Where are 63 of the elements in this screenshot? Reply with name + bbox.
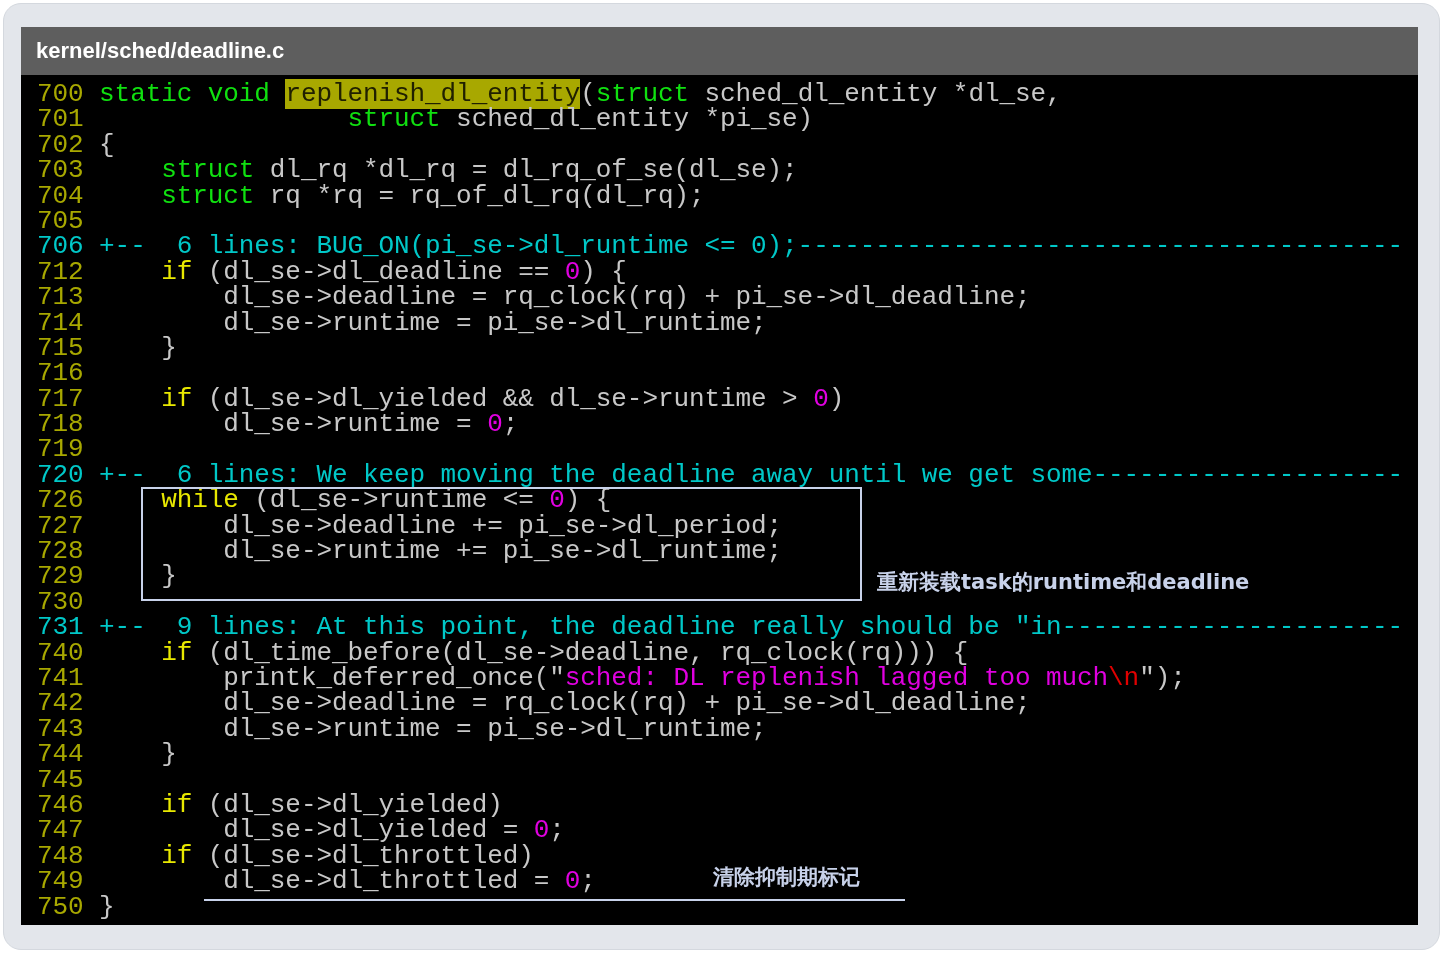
line-number: 745 xyxy=(37,767,85,793)
line-number: 728 xyxy=(37,539,85,565)
line-number: 741 xyxy=(37,666,85,692)
code-line: if (dl_se->dl_yielded && dl_se->runtime > 0) xyxy=(160,386,845,413)
folded-lines-marker[interactable]: +-- 6 lines: We keep moving the deadline away until we get some-------------------- xyxy=(99,462,1403,489)
code-line: dl_se->dl_throttled = 0; xyxy=(223,869,596,895)
line-number: 729 xyxy=(37,564,85,590)
annotation-text: 清除抑制期标记 xyxy=(713,864,860,891)
line-number: 718 xyxy=(37,412,85,438)
line-number: 742 xyxy=(37,691,85,717)
line-number: 749 xyxy=(37,869,85,895)
code-line: } xyxy=(99,894,115,920)
line-number: 700 xyxy=(37,82,85,108)
line-number: 704 xyxy=(37,183,85,209)
line-number: 747 xyxy=(37,818,85,844)
window-title: kernel/sched/deadline.c xyxy=(21,27,1418,75)
folded-lines-marker[interactable]: +-- 6 lines: BUG_ON(pi_se->dl_runtime <= 0);--------------------------------------- xyxy=(99,234,1403,260)
line-number: 750 xyxy=(37,894,85,920)
line-number: 748 xyxy=(37,843,85,870)
code-line: dl_se->runtime = pi_se->dl_runtime; xyxy=(222,716,767,743)
line-number: 703 xyxy=(37,158,85,184)
code-line: dl_se->runtime += pi_se->dl_runtime; xyxy=(222,539,783,565)
line-number: 746 xyxy=(37,792,85,819)
folded-lines-marker[interactable]: +-- 9 lines: At this point, the deadline really should be "in---------------------- xyxy=(99,615,1403,641)
line-number: 716 xyxy=(37,361,85,387)
line-number: 744 xyxy=(37,742,85,768)
line-number: 706 xyxy=(37,234,85,260)
code-line: dl_se->runtime = 0; xyxy=(223,412,519,438)
line-number: 727 xyxy=(37,513,85,540)
code-line: { xyxy=(99,132,115,159)
code-line: static void replenish_dl_entity(struct sched_dl_entity *dl_se, xyxy=(99,82,1062,108)
line-number: 705 xyxy=(37,208,85,235)
code-line: struct dl_rq *dl_rq = dl_rq_of_se(dl_se); xyxy=(160,158,798,184)
line-number: 720 xyxy=(37,462,85,489)
code-line: dl_se->deadline = rq_clock(rq) + pi_se->dl_deadline; xyxy=(223,285,1031,311)
line-number: 730 xyxy=(37,589,85,616)
line-number: 740 xyxy=(37,640,85,666)
line-number: 715 xyxy=(37,335,85,362)
line-number: 743 xyxy=(37,716,85,743)
code-line: struct rq *rq = rq_of_dl_rq(dl_rq); xyxy=(160,183,705,209)
line-number: 712 xyxy=(37,259,85,286)
line-number: 717 xyxy=(37,386,85,413)
line-number: 702 xyxy=(37,132,85,159)
code-line: struct sched_dl_entity *pi_se) xyxy=(347,107,814,133)
code-line: if (dl_se->dl_throttled) xyxy=(160,843,534,870)
line-number: 714 xyxy=(37,310,85,336)
line-number: 731 xyxy=(37,615,85,641)
annotation-text: 重新装载task的runtime和deadline xyxy=(877,569,1250,596)
code-line: dl_se->dl_yielded = 0; xyxy=(223,818,565,844)
line-number: 726 xyxy=(37,488,85,514)
line-number: 719 xyxy=(37,437,85,463)
line-number: 713 xyxy=(37,285,85,311)
line-number: 701 xyxy=(37,107,85,133)
code-line: if (dl_time_before(dl_se->deadline, rq_clock(rq))) { xyxy=(160,640,969,666)
code-line: dl_se->deadline += pi_se->dl_period; xyxy=(222,513,783,540)
code-line: if (dl_se->dl_deadline == 0) { xyxy=(160,259,627,286)
code-line: printk_deferred_once("sched: DL replenish lagged too much\n"); xyxy=(223,666,1186,692)
code-line: if (dl_se->dl_yielded) xyxy=(160,792,503,819)
code-line: dl_se->runtime = pi_se->dl_runtime; xyxy=(222,310,767,336)
code-line: dl_se->deadline = rq_clock(rq) + pi_se->dl_deadline; xyxy=(222,691,1031,717)
code-line: } xyxy=(160,564,177,590)
code-line: } xyxy=(160,742,177,768)
code-line: } xyxy=(160,335,177,362)
